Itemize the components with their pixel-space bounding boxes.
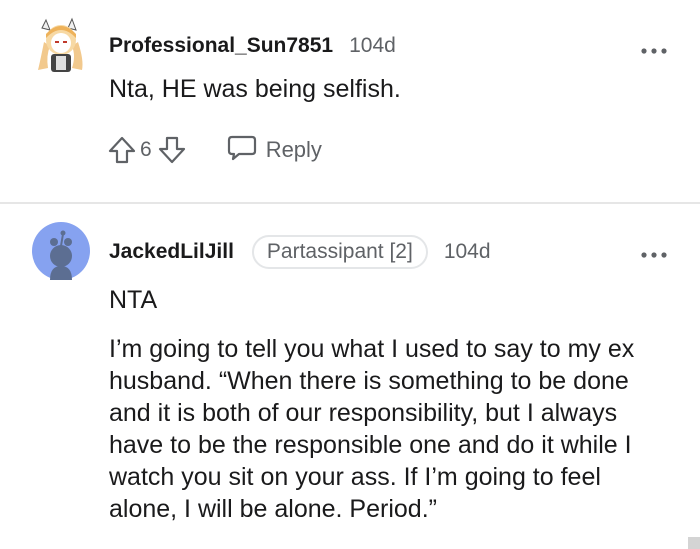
comment-body-line: NTA (109, 286, 158, 314)
timestamp[interactable]: 104d (349, 34, 396, 58)
user-flair-badge: Partassipant [2] (251, 235, 428, 269)
downvote-arrow-icon[interactable] (156, 134, 188, 166)
comment-body: Nta, HE was being selfish. (109, 75, 401, 103)
reply-label: Reply (265, 136, 322, 162)
anime-bunny-avatar-icon[interactable] (32, 16, 90, 74)
comment-actions: 6 Reply (106, 131, 322, 168)
comment-header: Professional_Sun7851 104d (109, 34, 396, 58)
comment-header: JackedLilJill Partassipant [2] 104d (109, 235, 491, 269)
speech-bubble-icon (226, 131, 258, 168)
upvote-arrow-icon[interactable] (106, 134, 138, 166)
more-options-icon[interactable] (640, 43, 668, 54)
default-snoo-avatar-icon[interactable] (32, 222, 90, 280)
timestamp[interactable]: 104d (444, 240, 491, 264)
comment-divider (0, 202, 700, 204)
vote-score: 6 (140, 137, 152, 161)
scrollbar-corner[interactable] (688, 537, 700, 549)
username[interactable]: Professional_Sun7851 (109, 34, 333, 58)
username[interactable]: JackedLilJill (109, 240, 234, 264)
reply-button[interactable]: Reply (226, 131, 322, 168)
comment-body-paragraph: I’m going to tell you what I used to say… (109, 335, 635, 523)
more-options-icon[interactable] (640, 247, 668, 258)
